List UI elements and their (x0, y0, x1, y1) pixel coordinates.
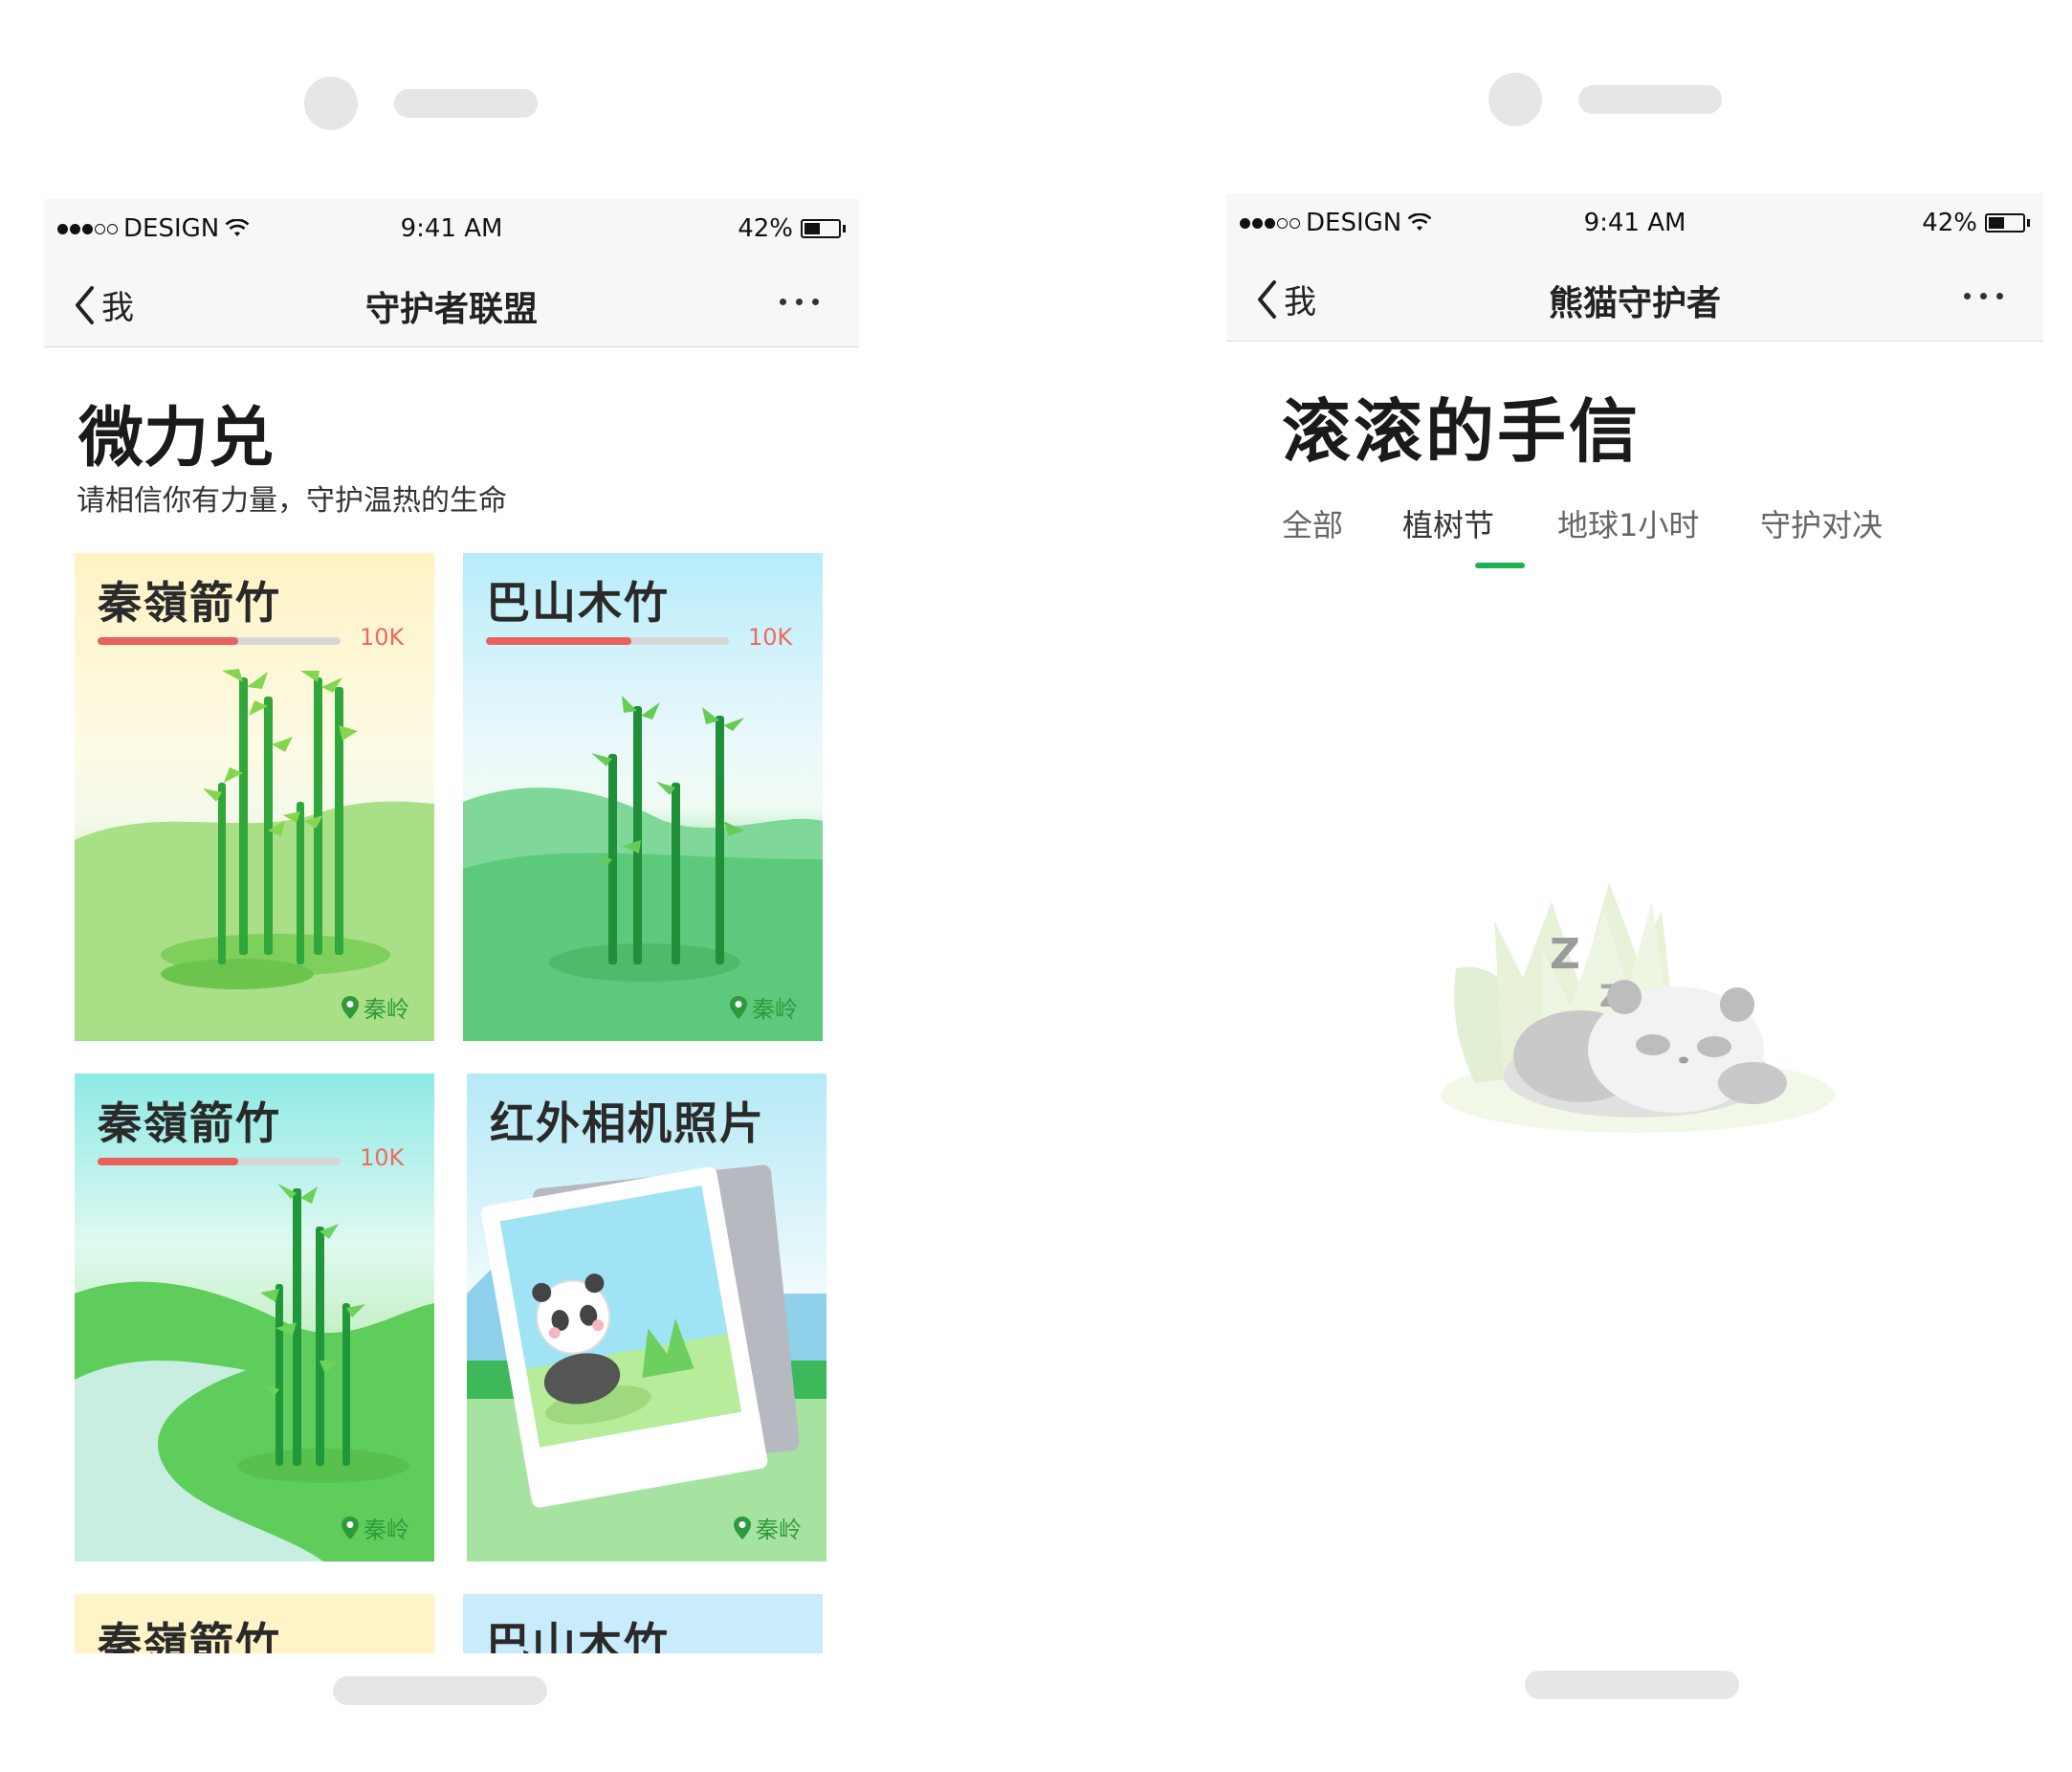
location-tag: 秦岭 (729, 990, 798, 1024)
nav-title: 守护者联盟 (364, 290, 538, 329)
location-tag: 秦岭 (341, 1511, 409, 1544)
progress-bar (486, 637, 729, 645)
card-title: 巴山木竹 (486, 1618, 670, 1653)
home-indicator-right (1525, 1671, 1739, 1699)
progress-fill (98, 637, 239, 645)
more-icon[interactable] (770, 299, 819, 305)
card-bamboo-qinling-1[interactable]: 秦嶺箭竹 10K 秦岭 (75, 553, 434, 1041)
navigation-bar: 我 熊猫守护者 (1226, 255, 2043, 342)
chevron-left-icon (76, 285, 94, 324)
location-tag: 秦岭 (341, 990, 409, 1024)
more-icon[interactable] (1954, 293, 2003, 299)
card-bamboo-qinling-2[interactable]: 秦嶺箭竹 10K 秦岭 (75, 1074, 434, 1562)
card-title: 巴山木竹 (486, 577, 670, 629)
progress-bar (98, 1158, 341, 1165)
status-time: 9:41 AM (400, 214, 503, 243)
location-pin-icon (342, 995, 359, 1019)
sleeping-panda-illustration: Z Z z (1441, 882, 1835, 1133)
progress-fill (486, 637, 632, 645)
back-button[interactable]: 我 (73, 281, 134, 328)
location-label: 秦岭 (364, 996, 409, 1023)
battery-percent: 42% (1922, 209, 1977, 237)
battery-icon (1985, 213, 2025, 233)
battery-percent: 42% (738, 214, 793, 243)
nav-title: 熊猫守护者 (1548, 284, 1721, 323)
phone-screen-panda-guardian: DESIGN 9:41 AM 42% 我 熊猫守护者 滚滚的手信 全部 植树节 … (1226, 193, 2043, 1686)
card-title: 秦嶺箭竹 (98, 1097, 281, 1149)
page-subtitle: 请相信你有力量，守护温热的生命 (77, 484, 507, 518)
location-label: 秦岭 (364, 1517, 409, 1543)
progress-bar (98, 637, 341, 645)
card-bamboo-qinling-3[interactable]: 秦嶺箭竹 (75, 1594, 434, 1653)
sleep-z-icon: Z (1550, 930, 1580, 979)
card-title: 秦嶺箭竹 (98, 1618, 281, 1653)
top-avatar-placeholder-left (304, 77, 358, 130)
top-title-placeholder-left (394, 89, 538, 118)
progress-fill (98, 1158, 239, 1165)
top-title-placeholder-right (1578, 85, 1722, 114)
status-time: 9:41 AM (1583, 209, 1686, 237)
navigation-bar: 我 守护者联盟 (44, 260, 859, 347)
location-pin-icon (734, 1516, 751, 1539)
card-infrared-camera-photo[interactable]: 红外相机照片 秦岭 (467, 1074, 827, 1562)
tab-arbor-day[interactable]: 植树节 (1402, 501, 1494, 545)
tab-earth-hour[interactable]: 地球1小时 (1557, 501, 1699, 545)
page-title: 微力兑 (78, 401, 275, 476)
card-bamboo-bashan[interactable]: 巴山木竹 10K 秦岭 (463, 553, 823, 1041)
active-tab-indicator (1475, 563, 1525, 568)
back-label: 我 (101, 289, 134, 327)
location-label: 秦岭 (756, 1517, 802, 1543)
back-label: 我 (1284, 283, 1316, 321)
tab-guardian-duel[interactable]: 守护对决 (1760, 501, 1883, 545)
location-tag: 秦岭 (733, 1511, 802, 1544)
card-title: 秦嶺箭竹 (98, 577, 281, 629)
card-bamboo-bashan-2[interactable]: 巴山木竹 (463, 1594, 823, 1653)
tab-all[interactable]: 全部 (1282, 501, 1343, 545)
home-indicator-left (333, 1676, 547, 1705)
goal-count: 10K (748, 624, 793, 651)
top-avatar-placeholder-right (1488, 73, 1542, 126)
page-title: 滚滚的手信 (1282, 391, 1642, 472)
location-pin-icon (342, 1516, 359, 1539)
goal-count: 10K (360, 1144, 405, 1171)
phone-screen-guardian-alliance: DESIGN 9:41 AM 42% 我 守护者联盟 微力兑 请相信你有力量，守… (44, 199, 859, 1653)
location-pin-icon (730, 995, 747, 1019)
card-title: 红外相机照片 (490, 1097, 765, 1149)
chevron-left-icon (1258, 279, 1276, 319)
status-bar: DESIGN 9:41 AM 42% (44, 199, 859, 260)
location-label: 秦岭 (752, 996, 798, 1023)
battery-icon (801, 219, 841, 238)
goal-count: 10K (360, 624, 405, 651)
back-button[interactable]: 我 (1255, 276, 1316, 322)
status-bar: DESIGN 9:41 AM 42% (1226, 193, 2043, 255)
